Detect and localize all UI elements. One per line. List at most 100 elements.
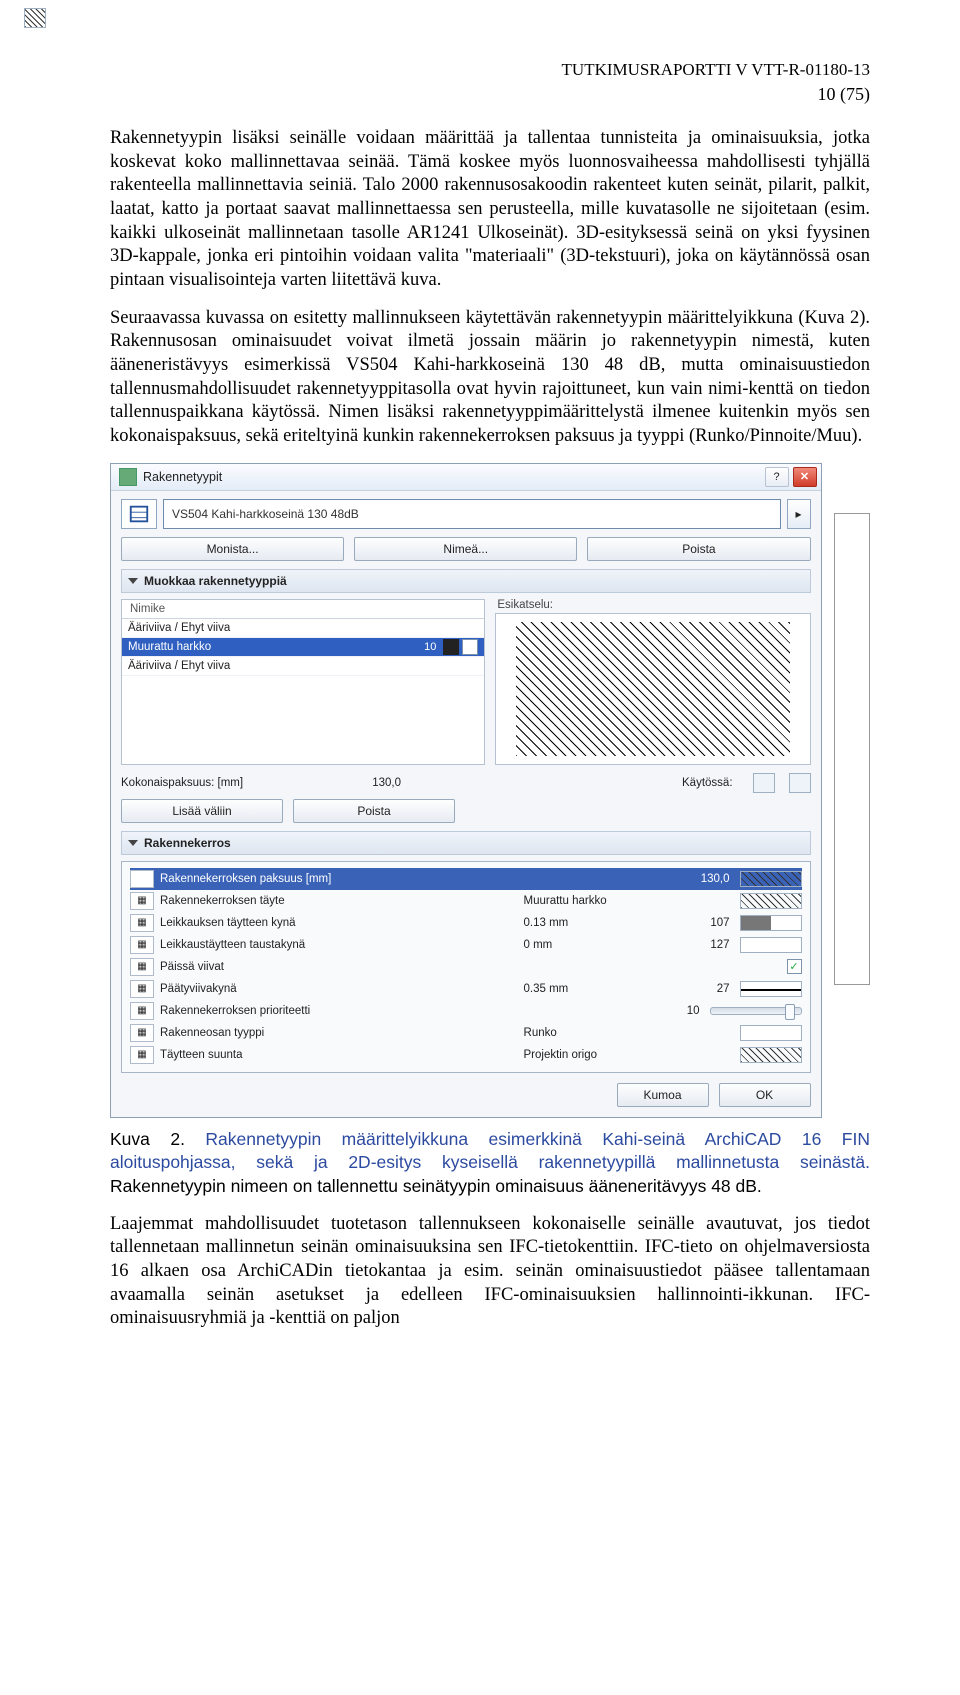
insert-button[interactable]: Lisää väliin — [121, 799, 283, 823]
property-row[interactable]: ▦ Täytteen suunta Projektin origo — [130, 1044, 802, 1066]
layer-row[interactable]: Ääriviiva / Ehyt viiva — [122, 619, 484, 638]
swatch[interactable] — [740, 915, 802, 931]
collapse-icon — [128, 578, 138, 584]
report-id: TUTKIMUSRAPORTTI V VTT-R-01180-13 — [110, 60, 870, 80]
poista-button[interactable]: Poista — [587, 537, 810, 561]
property-row[interactable]: ▦ Leikkauksen täytteen kynä 0.13 mm 107 — [130, 912, 802, 934]
prop-number: 107 — [680, 917, 734, 929]
use-box-1[interactable] — [753, 773, 775, 793]
prop-icon: ▦ — [130, 1024, 154, 1042]
app-icon — [119, 468, 137, 486]
group-layer-label: Rakennekerros — [144, 836, 231, 850]
ends-checkbox[interactable]: ✓ — [787, 959, 802, 974]
prop-number: 10 — [650, 1005, 704, 1017]
help-button[interactable]: ? — [765, 467, 789, 487]
caption-blue: Rakennetyypin määrittelyikkuna esimerkki… — [110, 1129, 870, 1173]
prop-value: Muurattu harkko — [524, 895, 674, 907]
monista-button[interactable]: Monista... — [121, 537, 344, 561]
property-row[interactable]: ▦ Rakennekerroksen paksuus [mm] 130,0 — [130, 868, 802, 890]
caption-lead: Kuva 2. — [110, 1129, 185, 1149]
swatch[interactable] — [740, 893, 802, 909]
property-row[interactable]: ▦ Rakennekerroksen prioriteetti 10 — [130, 1000, 802, 1022]
swatch[interactable] — [740, 981, 802, 997]
layer-row[interactable]: Ääriviiva / Ehyt viiva — [122, 657, 484, 676]
remove-button[interactable]: Poista — [293, 799, 455, 823]
prop-number: 127 — [680, 939, 734, 951]
use-box-3[interactable] — [789, 773, 811, 793]
swatch[interactable] — [740, 1025, 802, 1041]
rakennetyypit-dialog: Rakennetyypit ? ✕ VS504 Kahi-harkkoseinä… — [110, 463, 822, 1118]
in-use-label: Käytössä: — [682, 777, 739, 789]
preview-pane — [495, 613, 810, 765]
layer-list[interactable]: Nimike Ääriviiva / Ehyt viiva Muurattu h… — [121, 599, 485, 765]
prop-icon: ▦ — [130, 936, 154, 954]
prop-name: Rakenneosan tyyppi — [160, 1027, 518, 1039]
layer-properties-panel: ▦ Rakennekerroksen paksuus [mm] 130,0 ▦ Rake… — [121, 861, 811, 1073]
dialog-title: Rakennetyypit — [143, 470, 761, 484]
wall-2d-section — [834, 513, 870, 985]
arrow-icon[interactable]: ▸ — [462, 639, 478, 655]
swatch[interactable] — [740, 871, 802, 887]
prop-value: 0.13 mm — [524, 917, 674, 929]
layer-name: Ääriviiva / Ehyt viiva — [128, 660, 478, 672]
prop-name: Päissä viivat — [160, 961, 565, 973]
property-row[interactable]: ▦ Päätyviivakynä 0.35 mm 27 — [130, 978, 802, 1000]
prop-value: 0.35 mm — [524, 983, 674, 995]
prop-name: Päätyviivakynä — [160, 983, 518, 995]
prop-icon: ▦ — [130, 870, 154, 888]
swatch[interactable] — [740, 1047, 802, 1063]
group-edit-label: Muokkaa rakennetyyppiä — [144, 574, 287, 588]
prop-name: Leikkaustäytteen taustakynä — [160, 939, 518, 951]
layer-name: Ääriviiva / Ehyt viiva — [128, 622, 478, 634]
property-row[interactable]: ▦ Rakenneosan tyyppi Runko — [130, 1022, 802, 1044]
group-edit-header[interactable]: Muokkaa rakennetyyppiä — [121, 569, 811, 593]
paragraph-1: Rakennetyypin lisäksi seinälle voidaan m… — [110, 127, 870, 293]
group-layer-header[interactable]: Rakennekerros — [121, 831, 811, 855]
prop-name: Leikkauksen täytteen kynä — [160, 917, 518, 929]
prop-value: 0 mm — [524, 939, 674, 951]
layer-number: 10 — [402, 641, 440, 653]
swatch[interactable] — [740, 937, 802, 953]
layer-name: Muurattu harkko — [128, 641, 402, 653]
type-name-field[interactable]: VS504 Kahi-harkkoseinä 130 48dB — [163, 499, 781, 529]
type-dropdown-arrow[interactable]: ▸ — [787, 499, 811, 529]
prop-name: Täytteen suunta — [160, 1049, 518, 1061]
prop-value: Runko — [524, 1027, 674, 1039]
prop-icon: ▦ — [130, 980, 154, 998]
type-icon[interactable] — [121, 499, 157, 529]
caption-tail: Rakennetyypin nimeen on tallennettu sein… — [110, 1176, 762, 1196]
paragraph-3: Laajemmat mahdollisuudet tuotetason tall… — [110, 1213, 870, 1331]
use-box-2[interactable] — [24, 8, 46, 28]
collapse-icon — [128, 840, 138, 846]
layer-row-selected[interactable]: Muurattu harkko 10 ▸ — [122, 638, 484, 657]
prop-name: Rakennekerroksen prioriteetti — [160, 1005, 488, 1017]
kumoa-button[interactable]: Kumoa — [617, 1083, 709, 1107]
property-row[interactable]: ▦ Päissä viivat ✓ — [130, 956, 802, 978]
priority-slider[interactable] — [710, 1007, 802, 1015]
pen-swatch-icon[interactable] — [443, 639, 459, 655]
paragraph-2: Seuraavassa kuvassa on esitetty mallinnu… — [110, 307, 870, 449]
prop-value: Projektin origo — [524, 1049, 674, 1061]
preview-label: Esikatselu: — [495, 599, 810, 611]
total-thickness-value: 130,0 — [321, 777, 401, 789]
prop-name: Rakennekerroksen paksuus [mm] — [160, 873, 518, 885]
close-button[interactable]: ✕ — [793, 467, 817, 487]
figure-2-caption: Kuva 2. Rakennetyypin määrittelyikkuna e… — [110, 1128, 870, 1199]
prop-icon: ▦ — [130, 958, 154, 976]
dialog-titlebar[interactable]: Rakennetyypit ? ✕ — [111, 464, 821, 491]
prop-number: 130,0 — [680, 873, 734, 885]
prop-name: Rakennekerroksen täyte — [160, 895, 518, 907]
nimea-button[interactable]: Nimeä... — [354, 537, 577, 561]
prop-icon: ▦ — [130, 892, 154, 910]
prop-icon: ▦ — [130, 914, 154, 932]
property-row[interactable]: ▦ Leikkaustäytteen taustakynä 0 mm 127 — [130, 934, 802, 956]
property-row[interactable]: ▦ Rakennekerroksen täyte Muurattu harkko — [130, 890, 802, 912]
figure-2: Rakennetyypit ? ✕ VS504 Kahi-harkkoseinä… — [110, 463, 870, 1118]
total-thickness-label: Kokonaispaksuus: [mm] — [121, 777, 311, 789]
prop-icon: ▦ — [130, 1046, 154, 1064]
layer-list-header: Nimike — [122, 600, 484, 619]
prop-number: 27 — [680, 983, 734, 995]
page-number: 10 (75) — [110, 84, 870, 105]
prop-icon: ▦ — [130, 1002, 154, 1020]
ok-button[interactable]: OK — [719, 1083, 811, 1107]
